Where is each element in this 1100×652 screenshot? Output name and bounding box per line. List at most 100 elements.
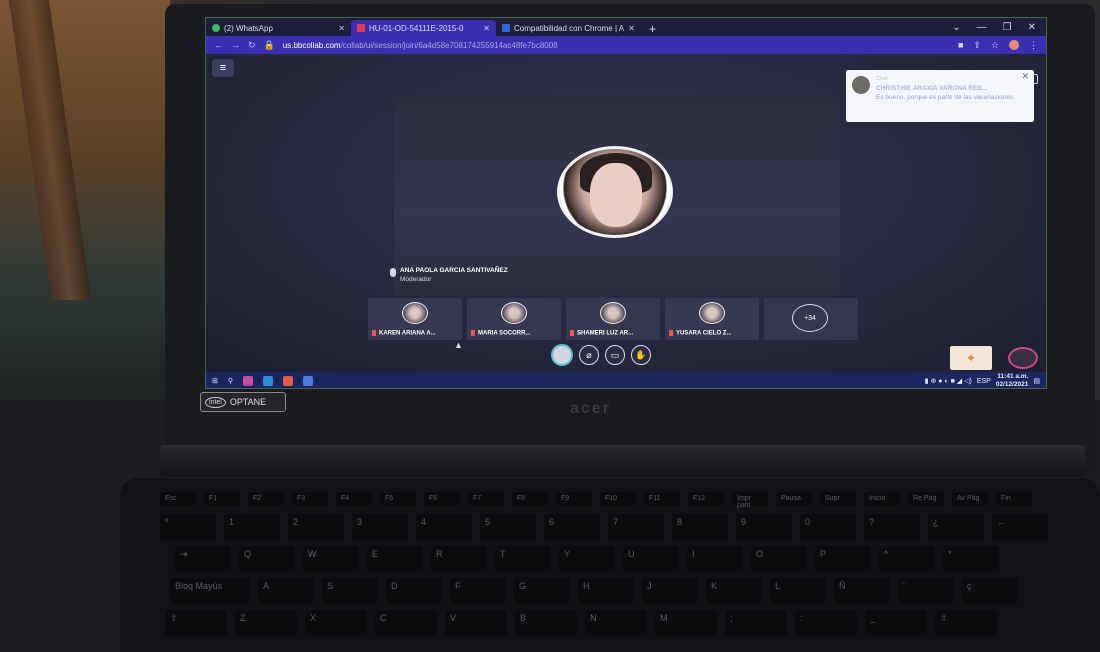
keyboard-key[interactable]: F11: [644, 492, 680, 506]
lock-icon[interactable]: 🔒: [264, 40, 275, 51]
keyboard-key[interactable]: Inicio: [864, 492, 900, 506]
keyboard-key[interactable]: F9: [556, 492, 592, 506]
close-window-button[interactable]: ✕: [1028, 22, 1036, 33]
more-menu-icon[interactable]: ⋮: [1029, 40, 1038, 51]
keyboard-key[interactable]: Z: [235, 610, 297, 636]
raise-hand-icon[interactable]: ✋: [631, 345, 651, 365]
keyboard-key[interactable]: ⇧: [935, 610, 997, 636]
taskbar-clock[interactable]: 11:41 a.m. 02/12/2021: [996, 373, 1029, 388]
close-tab-icon[interactable]: ✕: [483, 24, 490, 33]
keyboard-key[interactable]: H: [578, 578, 634, 604]
keyboard-key[interactable]: 5: [480, 514, 536, 540]
more-participants-button[interactable]: +34: [792, 304, 828, 332]
keyboard-key[interactable]: F4: [336, 492, 372, 506]
notifications-icon[interactable]: ▤: [1033, 377, 1040, 385]
keyboard-key[interactable]: Impr pant: [732, 492, 768, 509]
keyboard-key[interactable]: E: [367, 546, 423, 572]
keyboard-key[interactable]: V: [445, 610, 507, 636]
keyboard-key[interactable]: _: [865, 610, 927, 636]
participant-tile[interactable]: MARIA SOCORR...: [467, 298, 561, 340]
keyboard-key[interactable]: Pausa: [776, 492, 812, 506]
keyboard-key[interactable]: ç: [962, 578, 1018, 604]
keyboard-key[interactable]: º: [160, 514, 216, 540]
microphone-off-icon[interactable]: ⌀: [579, 345, 599, 365]
keyboard-key[interactable]: G: [514, 578, 570, 604]
chrome-icon[interactable]: [283, 376, 294, 386]
tray-icons[interactable]: ▮ ⊕ ● ◐ ■ ◢ ◁): [925, 377, 972, 385]
camera-icon[interactable]: ■: [958, 40, 963, 51]
windows-start-icon[interactable]: ⊞: [212, 377, 218, 385]
keyboard-key[interactable]: ⇥: [175, 546, 231, 572]
keyboard-key[interactable]: B: [515, 610, 577, 636]
search-icon[interactable]: ⚲: [228, 377, 233, 385]
close-tab-icon[interactable]: ✕: [338, 24, 345, 33]
keyboard-key[interactable]: F10: [600, 492, 636, 506]
profile-avatar[interactable]: [1009, 39, 1019, 50]
keyboard-key[interactable]: R: [431, 546, 487, 572]
media-app-icon[interactable]: [243, 376, 254, 386]
minimize-button[interactable]: —: [977, 22, 987, 33]
keyboard-key[interactable]: F1: [204, 492, 240, 506]
share-icon[interactable]: ⇪: [973, 40, 981, 51]
keyboard-key[interactable]: F5: [380, 492, 416, 506]
keyboard-key[interactable]: U: [623, 546, 679, 572]
back-icon[interactable]: ←: [214, 40, 223, 50]
maximize-button[interactable]: ❐: [1003, 22, 1012, 33]
keyboard-key[interactable]: Supr: [820, 492, 856, 506]
keyboard-key[interactable]: ⇧: [165, 610, 227, 636]
keyboard-key[interactable]: O: [751, 546, 807, 572]
keyboard-key[interactable]: I: [687, 546, 743, 572]
keyboard-key[interactable]: K: [706, 578, 762, 604]
keyboard-key[interactable]: ?: [864, 514, 920, 540]
tab-compatibility[interactable]: Compatibilidad con Chrome | A ✕: [496, 20, 641, 36]
edge-icon[interactable]: [263, 376, 274, 386]
more-participants-tile[interactable]: +34: [764, 298, 858, 340]
new-tab-button[interactable]: +: [641, 22, 664, 36]
close-icon[interactable]: ✕: [1021, 72, 1029, 81]
keyboard-key[interactable]: W: [303, 546, 359, 572]
keyboard-key[interactable]: Av Pág: [952, 492, 988, 506]
keyboard-key[interactable]: F8: [512, 492, 548, 506]
keyboard-key[interactable]: Fin: [996, 492, 1032, 506]
collaborate-panel-button[interactable]: [1008, 347, 1038, 369]
keyboard-key[interactable]: Esc: [160, 492, 196, 506]
camera-off-icon[interactable]: ▭: [605, 345, 625, 365]
keyboard-key[interactable]: F2: [248, 492, 284, 506]
keyboard-key[interactable]: 1: [224, 514, 280, 540]
keyboard-key[interactable]: 3: [352, 514, 408, 540]
tab-blackboard[interactable]: HU-01-OD-54111E-2015-0 ✕: [351, 20, 496, 36]
participant-tile[interactable]: SHAMERI LUZ AR...: [566, 298, 660, 340]
keyboard-key[interactable]: Y: [559, 546, 615, 572]
keyboard-key[interactable]: 4: [416, 514, 472, 540]
keyboard-key[interactable]: Bloq Mayús: [170, 578, 250, 604]
my-status-button[interactable]: [551, 344, 573, 366]
keyboard-key[interactable]: T: [495, 546, 551, 572]
keyboard-key[interactable]: N: [585, 610, 647, 636]
keyboard-key[interactable]: ^: [879, 546, 935, 572]
keyboard-key[interactable]: ;: [725, 610, 787, 636]
participant-tile[interactable]: KAREN ARIANA A...: [368, 298, 462, 340]
close-tab-icon[interactable]: ✕: [628, 24, 635, 33]
session-menu-button[interactable]: ≡: [212, 59, 234, 77]
keyboard-key[interactable]: C: [375, 610, 437, 636]
keyboard-key[interactable]: ¨: [898, 578, 954, 604]
keyboard-key[interactable]: F12: [688, 492, 724, 506]
keyboard-key[interactable]: P: [815, 546, 871, 572]
reactions-icon[interactable]: ✦: [950, 346, 992, 370]
keyboard-key[interactable]: S: [322, 578, 378, 604]
keyboard-key[interactable]: ←: [992, 514, 1048, 540]
keyboard-key[interactable]: 8: [672, 514, 728, 540]
url-field[interactable]: us.bbcollab.com/collab/ui/session/join/6…: [283, 41, 558, 50]
keyboard-key[interactable]: 2: [288, 514, 344, 540]
keyboard-key[interactable]: 9: [736, 514, 792, 540]
keyboard-key[interactable]: 7: [608, 514, 664, 540]
file-explorer-icon[interactable]: [303, 376, 314, 386]
chat-notification[interactable]: Chat CHRISTHIE ARAXIA VARONA REB... Es b…: [846, 70, 1034, 122]
keyboard-key[interactable]: ¿: [928, 514, 984, 540]
keyboard-key[interactable]: Q: [239, 546, 295, 572]
keyboard-key[interactable]: F: [450, 578, 506, 604]
keyboard-key[interactable]: *: [943, 546, 999, 572]
keyboard-key[interactable]: 0: [800, 514, 856, 540]
keyboard-key[interactable]: F6: [424, 492, 460, 506]
reload-icon[interactable]: ↻: [248, 40, 256, 51]
